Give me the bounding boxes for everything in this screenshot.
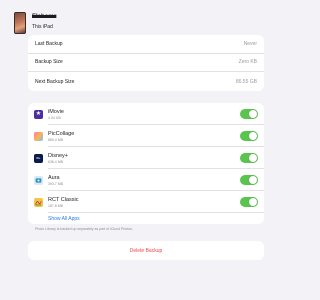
backup-size-row: Backup Size Zero KB [28,54,264,73]
device-subtitle: This iPad [32,24,53,30]
imovie-star-icon: ★ [34,109,43,119]
next-backup-size-row: Next Backup Size 86.55 GB [28,72,264,91]
app-row-disney-plus: D+ Disney+ 636.4 MB [28,147,264,169]
app-name: PicCollage [48,130,75,137]
app-row-aura: Aura 393.7 MB [28,169,264,191]
app-row-piccollage: PicCollage 880.4 MB [28,125,264,147]
delete-backup-button[interactable]: Delete Backup [28,241,264,260]
aura-icon [34,175,43,185]
toggle-knob [249,110,257,118]
app-row-imovie: ★ iMovie 4.04 GB [28,103,264,125]
app-name: Disney+ [48,152,69,159]
app-row-rct-classic: RCT Classic 187.8 MB [28,191,264,213]
toggle-knob [249,154,257,162]
app-name: Aura [48,174,60,181]
aura-glyph-icon [35,177,42,183]
app-name: RCT Classic [48,196,79,203]
app-size: 393.7 MB [48,181,63,186]
app-size: 4.04 GB [48,115,61,120]
backup-info-card: Last Backup Never Backup Size Zero KB Ne… [28,35,264,91]
piccollage-icon [34,131,43,141]
backup-size-value: Zero KB [238,59,257,66]
aura-backup-toggle[interactable] [240,175,258,185]
show-all-apps-link[interactable]: Show All Apps [28,213,264,224]
app-size: 636.4 MB [48,159,63,164]
photo-library-footnote: Photo Library is backed up separately as… [35,227,133,231]
apps-backup-card: ★ iMovie 4.04 GB PicCollage 880.4 MB D+ … [28,103,264,224]
toggle-knob [249,176,257,184]
next-backup-size-label: Next Backup Size [35,78,75,85]
toggle-knob [249,132,257,140]
backup-size-label: Backup Size [35,59,63,66]
app-name: iMovie [48,108,64,115]
imovie-backup-toggle[interactable] [240,109,258,119]
piccollage-backup-toggle[interactable] [240,131,258,141]
ipad-thumbnail-icon [14,12,26,34]
last-backup-row: Last Backup Never [28,35,264,54]
rct-classic-backup-toggle[interactable] [240,197,258,207]
toggle-knob [249,198,257,206]
disney-plus-backup-toggle[interactable] [240,153,258,163]
last-backup-label: Last Backup [35,40,63,47]
app-size: 187.8 MB [48,203,63,208]
app-size: 880.4 MB [48,137,63,142]
device-text: Elaborer This iPad [32,10,56,30]
rct-classic-icon [34,197,43,207]
last-backup-value: Never [243,40,257,47]
disney-plus-icon: D+ [34,153,43,163]
coaster-glyph-icon [35,200,42,205]
device-name: Elaborer [32,14,57,20]
next-backup-size-value: 86.55 GB [235,78,257,85]
